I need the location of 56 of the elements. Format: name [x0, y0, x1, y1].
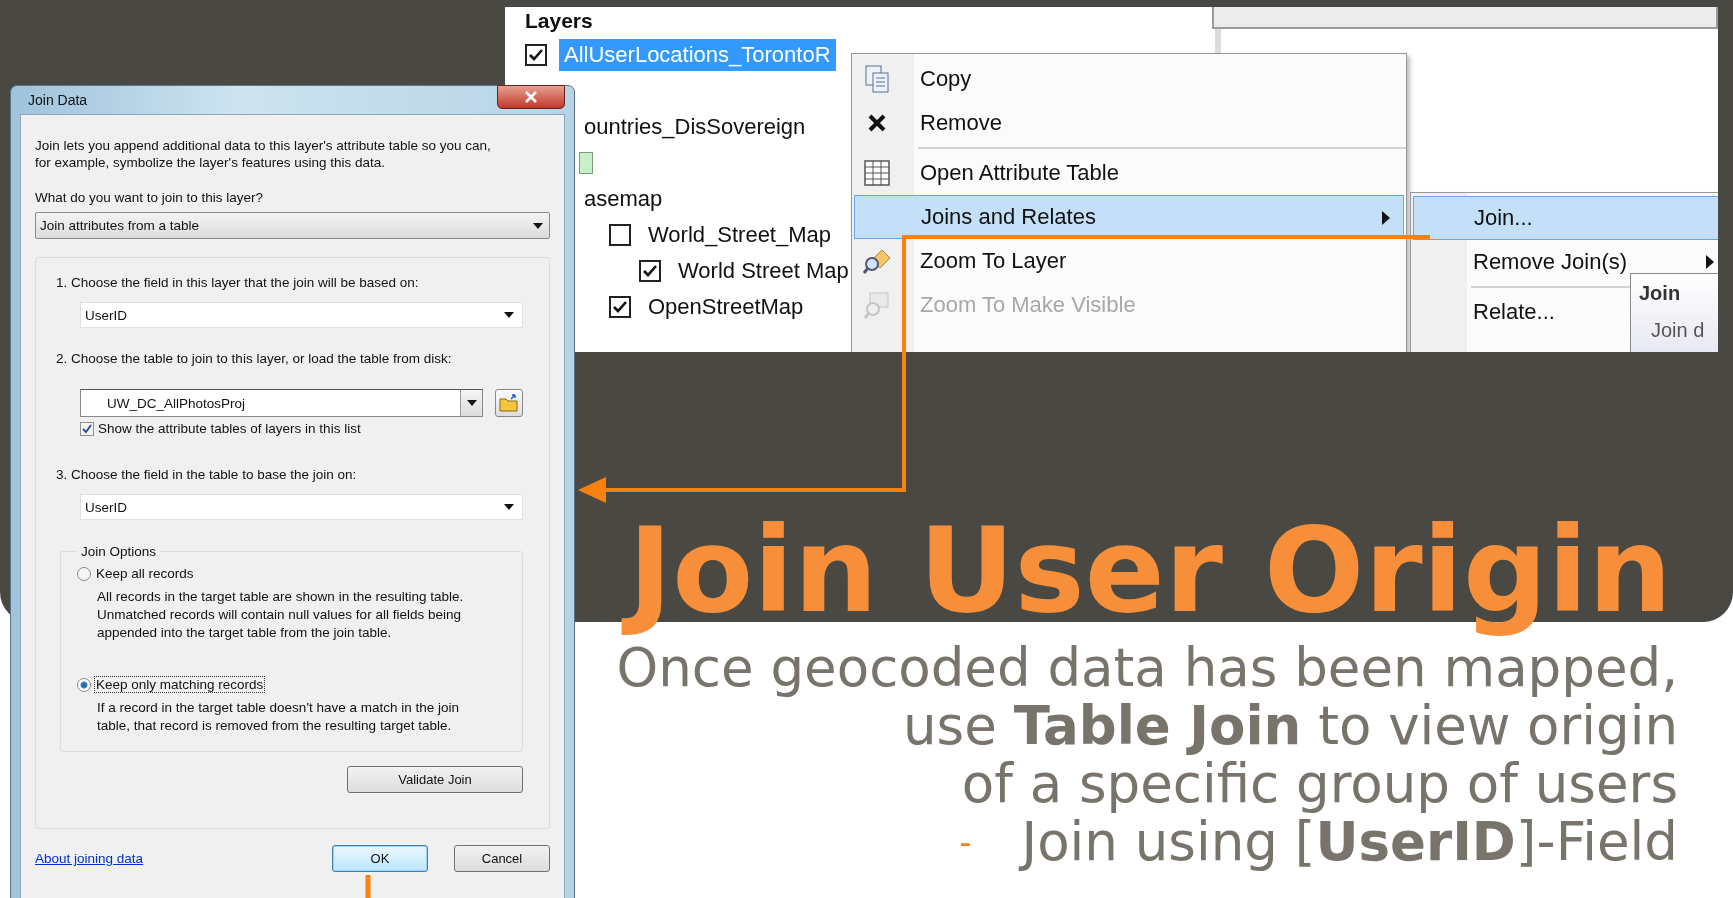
menu-item[interactable]: Joins and Relates [854, 195, 1404, 239]
tooltip-text: Join d [1650, 319, 1706, 342]
close-icon [524, 91, 538, 103]
radio-option[interactable]: Keep only matching records [77, 676, 504, 693]
window-title: Join Data [28, 92, 88, 108]
step-label: 2. Choose the table to join to this layer, or load the table from disk: [56, 350, 453, 367]
open-folder-button[interactable] [495, 389, 523, 417]
layer-name[interactable]: asemap [579, 183, 668, 215]
join-type-dropdown[interactable]: Join attributes from a table [35, 212, 550, 239]
validate-join-button[interactable]: Validate Join [347, 766, 523, 793]
layers-tables-checkbox[interactable]: Show the attribute tables of layers in this list [80, 421, 523, 436]
layer-checkbox[interactable] [525, 44, 547, 66]
check-icon [528, 48, 544, 62]
help-link[interactable]: About joining data [35, 851, 306, 866]
radio-option[interactable]: Keep all records [77, 565, 504, 582]
menu-item[interactable]: Copy [854, 57, 1404, 101]
table-dropdown[interactable]: UW_DC_AllPhotosProj [80, 389, 483, 417]
menu-item[interactable]: Remove Join(s) [1413, 240, 1718, 284]
menu-item[interactable]: Join... [1413, 196, 1718, 240]
check-icon [82, 423, 92, 434]
panel-title: Layers [525, 9, 593, 34]
layer-name[interactable]: World_Street_Map [643, 219, 836, 251]
check-icon [612, 300, 628, 314]
dialog-button[interactable]: Cancel [454, 845, 550, 872]
caret-icon [504, 504, 514, 510]
menu-item[interactable]: Zoom To Layer [854, 239, 1404, 283]
group-title: Join Options [80, 544, 158, 559]
step-label: 3. Choose the field in the table to base the join on: [56, 466, 358, 483]
layer-checkbox[interactable] [639, 260, 661, 282]
layer-name[interactable]: OpenStreetMap [643, 291, 809, 323]
table-icon [862, 158, 892, 188]
field-dropdown[interactable]: UserID [80, 494, 523, 520]
menu-item[interactable]: Open Attribute Table [854, 151, 1404, 195]
tooltip-title: Join [1639, 282, 1682, 305]
layer-checkbox[interactable] [609, 224, 631, 246]
dialog-button[interactable]: OK [332, 845, 428, 872]
option-description: All records in the target table are shown in the resulting table. Unmatched records will contain null values for all fields being appended into the target table from the join table. [97, 588, 465, 642]
intro-text: Join lets you append additional data to this layer's attribute table so you can, for example, symbolize the layer's features using this data. [35, 137, 492, 171]
caret-icon [533, 222, 543, 229]
menu-item[interactable]: Relate... [1413, 290, 1629, 334]
layer-name[interactable]: ountries_DisSovereign [579, 111, 811, 143]
copy-icon [862, 64, 892, 94]
option-description: If a record in the target table doesn't have a match in the join table, that record is removed from the resulting target table. [97, 699, 461, 735]
caret-icon [466, 400, 477, 406]
layer-name[interactable]: World Street Map [673, 255, 854, 287]
question-label: What do you want to join to this layer? [35, 189, 265, 206]
folder-icon [499, 394, 519, 412]
layer-checkbox[interactable] [609, 296, 631, 318]
close-button[interactable] [497, 85, 565, 109]
zoom-visible-icon [862, 290, 892, 320]
caret-icon [504, 312, 514, 318]
menu-item[interactable]: Remove [854, 101, 1404, 145]
check-icon [642, 264, 658, 278]
bullet-marker: - [959, 821, 972, 864]
field-dropdown[interactable]: UserID [80, 302, 523, 328]
step-label: 1. Choose the field in this layer that the join will be based on: [56, 274, 420, 291]
